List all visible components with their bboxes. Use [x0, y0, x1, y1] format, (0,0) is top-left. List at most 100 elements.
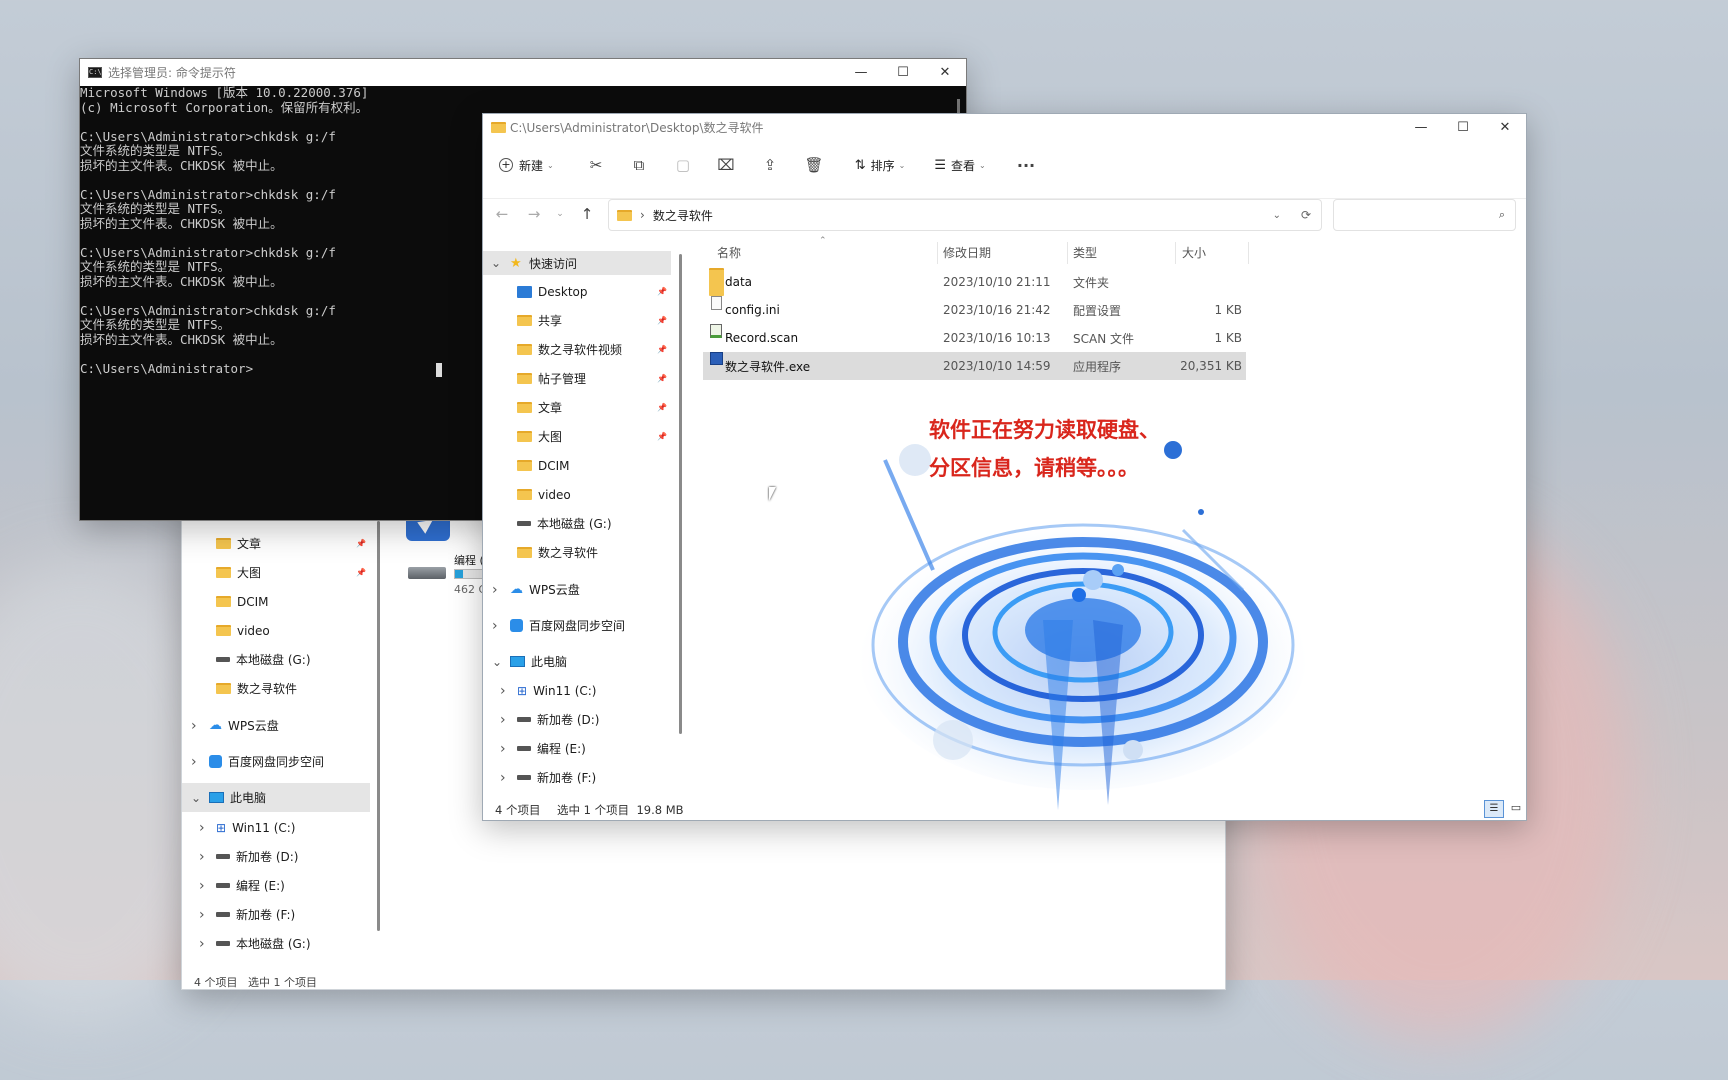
- maximize-button[interactable]: ☐: [1442, 114, 1484, 140]
- chevron-right-icon[interactable]: ›: [500, 741, 506, 757]
- chevron-right-icon[interactable]: ›: [492, 618, 498, 634]
- column-divider[interactable]: [1248, 242, 1249, 264]
- file-row[interactable]: data 2023/10/10 21:11 文件夹: [703, 268, 1246, 296]
- address-row: ← → ⌄ ↑ › 数之寻软件 ⌄ ⟳ ⌕: [483, 198, 1526, 231]
- chevron-right-icon[interactable]: ›: [191, 754, 197, 770]
- chevron-right-icon[interactable]: ›: [492, 582, 498, 598]
- nav-scrollbar[interactable]: [679, 254, 682, 734]
- minimize-button[interactable]: —: [840, 59, 882, 85]
- column-divider[interactable]: [937, 242, 938, 264]
- column-divider[interactable]: [1067, 242, 1068, 264]
- chevron-right-icon[interactable]: ›: [500, 770, 506, 786]
- nav-drive[interactable]: › 新加卷 (D:): [483, 705, 671, 734]
- chevron-down-icon[interactable]: ⌄: [492, 655, 502, 669]
- nav-item[interactable]: 数之寻软件: [483, 538, 671, 567]
- nav-item[interactable]: 共享 📌: [483, 306, 671, 335]
- chevron-right-icon[interactable]: ›: [199, 936, 205, 952]
- more-button[interactable]: ···: [1011, 152, 1041, 178]
- close-button[interactable]: ✕: [1484, 114, 1526, 140]
- rename-icon[interactable]: ⌧: [713, 152, 739, 178]
- nav-group[interactable]: › 百度网盘同步空间: [483, 611, 671, 640]
- explorer-titlebar[interactable]: C:\Users\Administrator\Desktop\数之寻软件 — ☐…: [483, 114, 1526, 140]
- address-bar[interactable]: › 数之寻软件 ⌄ ⟳: [608, 199, 1322, 231]
- column-name[interactable]: 名称: [717, 240, 741, 264]
- chevron-right-icon[interactable]: ›: [191, 718, 197, 734]
- chevron-right-icon[interactable]: ›: [199, 878, 205, 894]
- nav-item[interactable]: 帖子管理 📌: [483, 364, 671, 393]
- paste-icon[interactable]: ▢: [670, 152, 696, 178]
- close-button[interactable]: ✕: [924, 59, 966, 85]
- search-input[interactable]: ⌕: [1333, 199, 1516, 231]
- tiles-view-icon[interactable]: ▭: [1507, 800, 1525, 818]
- column-date[interactable]: 修改日期: [943, 240, 991, 264]
- details-view-icon[interactable]: ☰: [1484, 800, 1504, 818]
- chevron-right-icon[interactable]: ›: [199, 820, 205, 836]
- file-row[interactable]: config.ini 2023/10/16 21:42 配置设置 1 KB: [703, 296, 1246, 324]
- chevron-right-icon[interactable]: ›: [199, 849, 205, 865]
- file-row[interactable]: 数之寻软件.exe 2023/10/10 14:59 应用程序 20,351 KB: [703, 352, 1246, 380]
- bg-scrollbar[interactable]: [377, 521, 380, 931]
- nav-item[interactable]: 文章 📌: [483, 393, 671, 422]
- maximize-button[interactable]: ☐: [882, 59, 924, 85]
- recent-dropdown[interactable]: ⌄: [553, 201, 567, 227]
- share-icon[interactable]: ⇪: [757, 152, 783, 178]
- bg-nav-item[interactable]: 大图 📌: [182, 558, 370, 587]
- bg-nav-drive[interactable]: › 新加卷 (F:): [182, 900, 370, 929]
- refresh-icon[interactable]: ⟳: [1301, 208, 1311, 222]
- bg-nav-item[interactable]: DCIM: [182, 587, 370, 616]
- nav-drive[interactable]: › ⊞ Win11 (C:): [483, 676, 671, 705]
- column-type[interactable]: 类型: [1073, 240, 1097, 264]
- bg-nav-item[interactable]: 数之寻软件: [182, 674, 370, 703]
- nav-label: 共享: [538, 314, 563, 328]
- nav-quick-access[interactable]: ⌄ ★ 快速访问: [483, 251, 671, 275]
- nav-label: 大图: [538, 430, 563, 444]
- bg-nav-item[interactable]: 本地磁盘 (G:): [182, 645, 370, 674]
- nav-item[interactable]: 数之寻软件视频 📌: [483, 335, 671, 364]
- chevron-right-icon[interactable]: ›: [500, 683, 506, 699]
- view-button[interactable]: ☰ 查看 ⌄: [930, 152, 990, 178]
- bg-nav-group[interactable]: ⌄ 此电脑: [182, 783, 370, 812]
- breadcrumb[interactable]: 数之寻软件: [653, 207, 713, 224]
- bg-nav-drive[interactable]: › ⊞ Win11 (C:): [182, 813, 370, 842]
- file-row[interactable]: Record.scan 2023/10/16 10:13 SCAN 文件 1 KB: [703, 324, 1246, 352]
- bg-nav-drive[interactable]: › 编程 (E:): [182, 871, 370, 900]
- bg-nav-group[interactable]: › ☁ WPS云盘: [182, 711, 370, 740]
- nav-item[interactable]: 本地磁盘 (G:): [483, 509, 671, 538]
- folder-icon: [216, 683, 231, 694]
- nav-item[interactable]: Desktop 📌: [483, 277, 671, 306]
- chevron-down-icon[interactable]: ⌄: [191, 791, 201, 805]
- nav-group[interactable]: ⌄ 此电脑: [483, 647, 671, 676]
- bg-nav-group[interactable]: › 百度网盘同步空间: [182, 747, 370, 776]
- loading-message-line2: 分区信息，请稍等。。。: [929, 456, 1139, 480]
- minimize-button[interactable]: —: [1400, 114, 1442, 140]
- column-divider[interactable]: [1175, 242, 1176, 264]
- nav-item[interactable]: 大图 📌: [483, 422, 671, 451]
- forward-button[interactable]: →: [523, 201, 545, 227]
- cmd-scrollbar[interactable]: [957, 99, 960, 114]
- cut-icon[interactable]: ✂: [583, 152, 609, 178]
- explorer-window[interactable]: C:\Users\Administrator\Desktop\数之寻软件 — ☐…: [482, 113, 1527, 821]
- address-dropdown[interactable]: ⌄: [1273, 210, 1281, 221]
- delete-icon[interactable]: 🗑: [801, 152, 827, 178]
- chevron-right-icon[interactable]: ›: [500, 712, 506, 728]
- copy-icon[interactable]: ⧉: [626, 152, 652, 178]
- new-button[interactable]: + 新建 ⌄: [499, 152, 561, 178]
- folder-icon: [517, 547, 532, 558]
- chevron-right-icon[interactable]: ›: [199, 907, 205, 923]
- cmd-titlebar[interactable]: C:\ 选择管理员: 命令提示符 — ☐ ✕: [80, 59, 966, 86]
- bg-nav-drive[interactable]: › 新加卷 (D:): [182, 842, 370, 871]
- sort-button[interactable]: ⇅ 排序 ⌄: [850, 152, 910, 178]
- nav-item[interactable]: video: [483, 480, 671, 509]
- bg-nav-item[interactable]: video: [182, 616, 370, 645]
- back-button[interactable]: ←: [491, 201, 513, 227]
- bg-nav-drive[interactable]: › 本地磁盘 (G:): [182, 929, 370, 958]
- chevron-down-icon[interactable]: ⌄: [491, 256, 501, 270]
- bg-drive-item[interactable]: 编程 ( 462 G: [408, 551, 494, 601]
- nav-item[interactable]: DCIM: [483, 451, 671, 480]
- bg-nav-item[interactable]: 文章 📌: [182, 529, 370, 558]
- column-size[interactable]: 大小: [1182, 240, 1206, 264]
- nav-group[interactable]: › ☁ WPS云盘: [483, 575, 671, 604]
- nav-drive[interactable]: › 编程 (E:): [483, 734, 671, 763]
- nav-drive[interactable]: › 新加卷 (F:): [483, 763, 671, 792]
- up-button[interactable]: ↑: [576, 201, 598, 227]
